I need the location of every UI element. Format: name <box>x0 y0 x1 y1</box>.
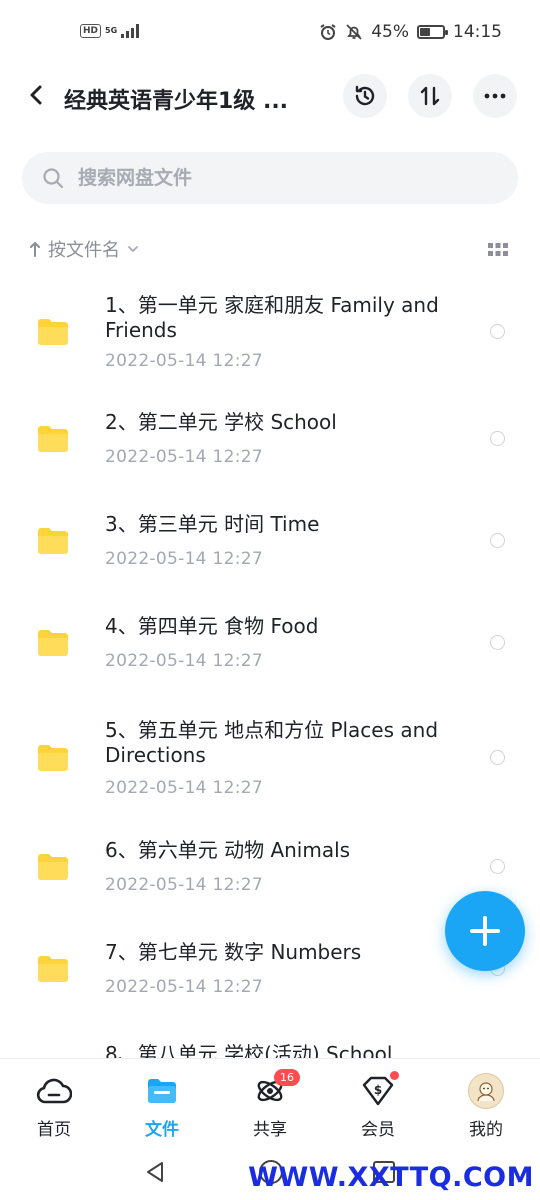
tab-me[interactable]: 我的 <box>446 1073 526 1140</box>
select-checkbox[interactable] <box>490 533 505 548</box>
top-bar: 经典英语青少年1级 ... <box>0 70 540 124</box>
chevron-left-icon <box>30 85 42 105</box>
list-item[interactable]: 4、第四单元 食物 Food 2022-05-14 12:27 <box>0 594 540 696</box>
folder-icon <box>38 630 68 656</box>
file-date: 2022-05-14 12:27 <box>105 778 263 798</box>
more-icon <box>484 93 506 99</box>
battery-percent: 45% <box>371 22 409 42</box>
folder-icon <box>38 745 68 771</box>
folder-icon <box>38 319 68 345</box>
share-badge: 16 <box>274 1069 300 1086</box>
back-triangle-icon[interactable] <box>144 1160 166 1184</box>
bottom-nav: 首页 文件 16 共享 $ 会员 我的 <box>0 1058 540 1151</box>
back-button[interactable] <box>22 80 52 110</box>
select-checkbox[interactable] <box>490 635 505 650</box>
sort-transfer-icon <box>420 86 440 106</box>
vip-diamond-icon: $ <box>362 1076 394 1106</box>
clock: 14:15 <box>453 22 502 42</box>
folder-icon <box>38 528 68 554</box>
sort-label: 按文件名 <box>48 240 120 261</box>
search-bar[interactable] <box>22 152 518 204</box>
select-checkbox[interactable] <box>490 859 505 874</box>
folder-icon <box>148 1079 176 1103</box>
vip-dot <box>390 1071 399 1080</box>
file-name: 8、第八单元 学校(活动) School <box>105 1042 393 1058</box>
file-name: 2、第二单元 学校 School <box>105 410 337 434</box>
hd-badge: HD <box>80 24 102 38</box>
list-item[interactable]: 1、第一单元 家庭和朋友 Family and Friends 2022-05-… <box>0 280 540 390</box>
file-name: 7、第七单元 数字 Numbers <box>105 940 362 964</box>
more-button[interactable] <box>473 74 517 118</box>
file-date: 2022-05-14 12:27 <box>105 875 263 895</box>
file-name: 5、第五单元 地点和方位 Places and Directions <box>105 718 439 767</box>
file-date: 2022-05-14 12:27 <box>105 351 263 371</box>
grid-view-button[interactable] <box>488 242 508 260</box>
file-date: 2022-05-14 12:27 <box>105 447 263 467</box>
file-name: 1、第一单元 家庭和朋友 Family and Friends <box>105 293 439 342</box>
file-date: 2022-05-14 12:27 <box>105 651 263 671</box>
search-input[interactable] <box>76 166 460 190</box>
tab-label: 文件 <box>145 1120 179 1140</box>
svg-text:$: $ <box>374 1083 382 1097</box>
tab-label: 我的 <box>469 1120 503 1140</box>
tab-vip[interactable]: $ 会员 <box>338 1071 418 1140</box>
network-gen: 5G <box>105 26 118 35</box>
list-item[interactable]: 2、第二单元 学校 School 2022-05-14 12:27 <box>0 390 540 492</box>
arrow-up-icon <box>30 242 40 257</box>
alarm-icon <box>320 24 336 40</box>
tab-label: 首页 <box>37 1120 71 1140</box>
tab-label: 会员 <box>361 1120 395 1140</box>
file-date: 2022-05-14 12:27 <box>105 977 263 997</box>
mute-icon <box>346 24 362 40</box>
add-button[interactable] <box>445 891 525 971</box>
battery-icon <box>417 25 448 39</box>
sort-row: 按文件名 <box>28 236 512 268</box>
list-item[interactable]: 3、第三单元 时间 Time 2022-05-14 12:27 <box>0 492 540 594</box>
watermark: WWW.XXTTQ.COM <box>248 1162 534 1193</box>
status-bar: HD 5G 45% 14:15 <box>0 0 540 70</box>
select-checkbox[interactable] <box>490 324 505 339</box>
tab-share[interactable]: 16 共享 <box>230 1069 310 1140</box>
search-icon <box>43 168 64 189</box>
tab-files[interactable]: 文件 <box>122 1073 202 1140</box>
folder-icon <box>38 426 68 452</box>
folder-icon <box>38 854 68 880</box>
avatar <box>468 1073 504 1109</box>
grid-view-icon <box>488 243 508 256</box>
tab-home[interactable]: 首页 <box>14 1073 94 1140</box>
chevron-down-icon <box>128 246 138 252</box>
page-title: 经典英语青少年1级 ... <box>64 89 289 114</box>
file-name: 3、第三单元 时间 Time <box>105 512 320 536</box>
history-button[interactable] <box>343 74 387 118</box>
file-name: 4、第四单元 食物 Food <box>105 614 319 638</box>
network-indicator: HD 5G <box>80 24 140 38</box>
file-date: 2022-05-14 12:27 <box>105 549 263 569</box>
sort-dropdown[interactable]: 按文件名 <box>28 236 512 262</box>
cloud-home-icon <box>36 1078 72 1104</box>
list-item[interactable]: 8、第八单元 学校(活动) School <box>0 1028 540 1058</box>
signal-icon <box>121 24 140 38</box>
select-checkbox[interactable] <box>490 431 505 446</box>
list-item[interactable]: 5、第五单元 地点和方位 Places and Directions 2022-… <box>0 696 540 824</box>
folder-icon <box>38 956 68 982</box>
plus-icon <box>470 916 500 946</box>
select-checkbox[interactable] <box>490 750 505 765</box>
history-icon <box>355 85 375 106</box>
transfer-button[interactable] <box>408 74 452 118</box>
tab-label: 共享 <box>253 1120 287 1140</box>
file-name: 6、第六单元 动物 Animals <box>105 838 351 862</box>
